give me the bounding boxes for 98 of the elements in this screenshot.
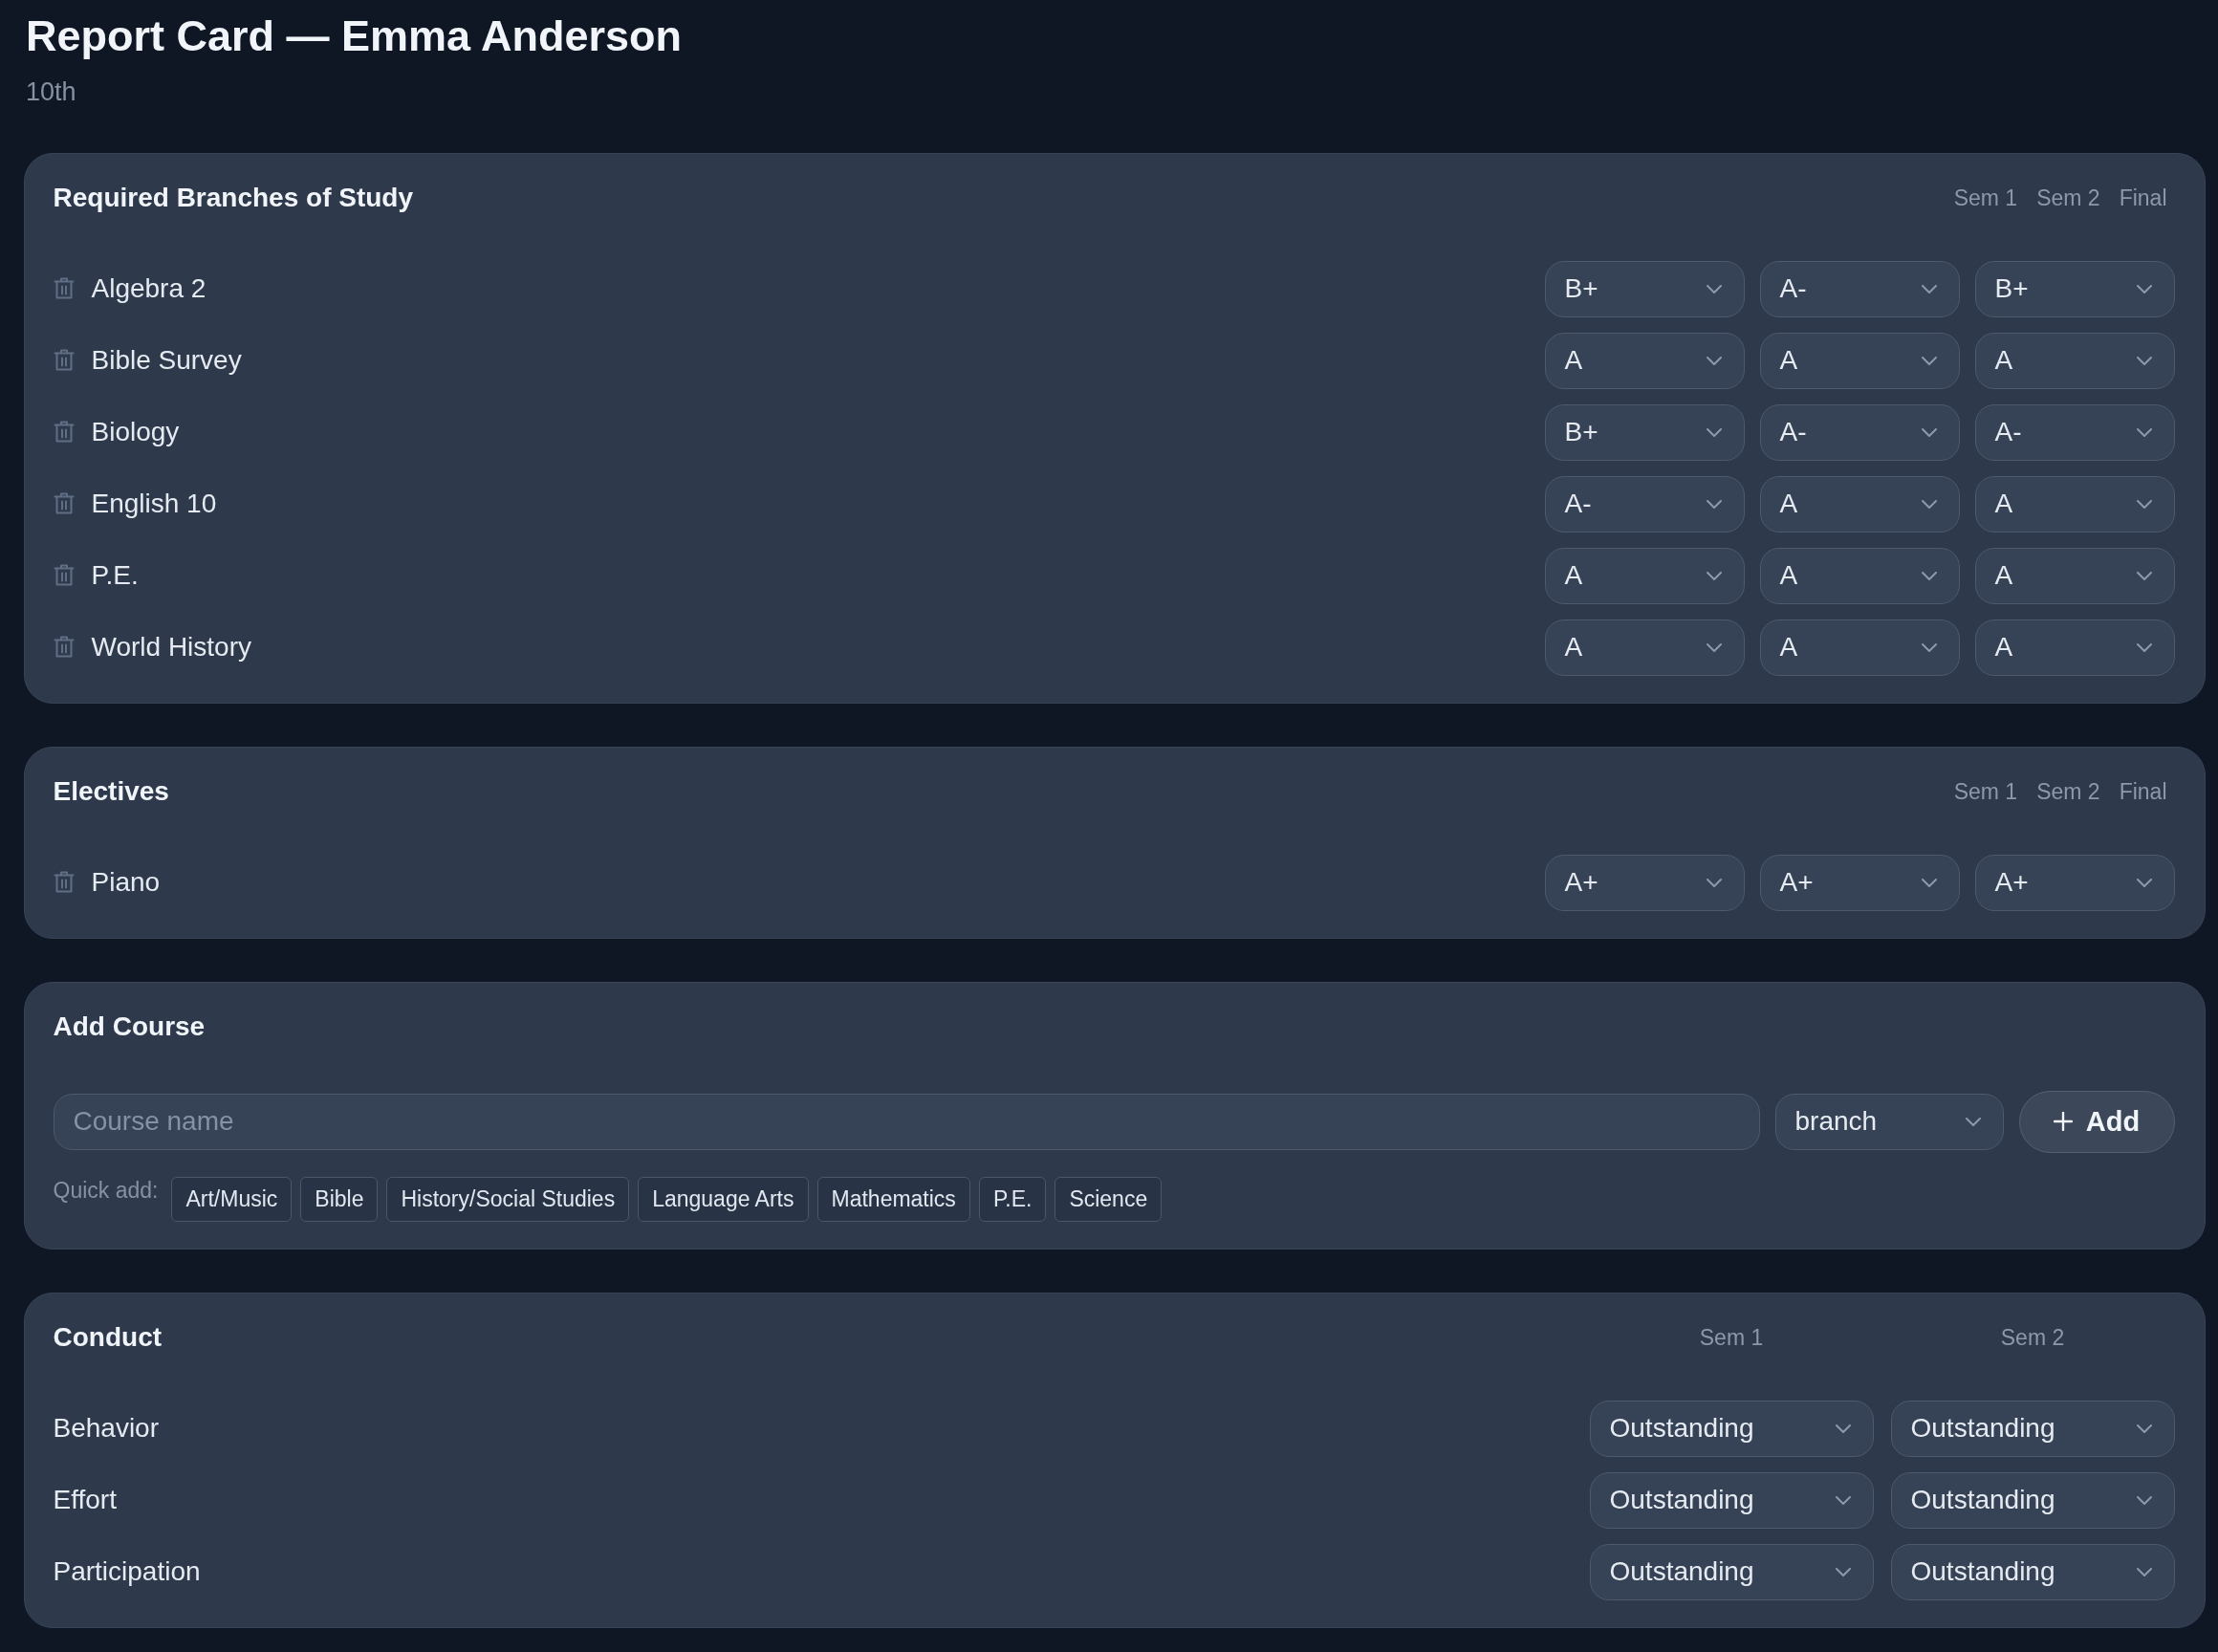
- grade-select[interactable]: A: [1974, 332, 2175, 389]
- chevron-down-icon: [1706, 356, 1722, 365]
- column-header: Sem 1: [1953, 184, 2018, 211]
- column-header: Sem 1: [1953, 777, 2018, 805]
- quick-add-chip[interactable]: Science: [1055, 1176, 1163, 1222]
- add-button[interactable]: Add: [2018, 1090, 2175, 1153]
- conduct-label: Effort: [53, 1484, 117, 1516]
- course-name: Algebra 2: [91, 272, 207, 305]
- trash-icon[interactable]: [53, 421, 75, 444]
- column-header: Sem 2: [2000, 1323, 2065, 1351]
- chevron-down-icon: [1706, 499, 1722, 509]
- rating-select[interactable]: Outstanding: [1890, 1471, 2175, 1529]
- chevron-down-icon: [1706, 427, 1722, 437]
- grade-select[interactable]: A+: [1544, 854, 1745, 911]
- chevron-down-icon: [1965, 1117, 1981, 1126]
- chevron-down-icon: [1706, 878, 1722, 887]
- chevron-down-icon: [2136, 1567, 2152, 1576]
- grade-select[interactable]: A: [1759, 619, 1960, 676]
- quick-add-chip[interactable]: History/Social Studies: [386, 1176, 630, 1222]
- branch-select[interactable]: branch: [1774, 1093, 2004, 1150]
- grade-select[interactable]: A: [1974, 619, 2175, 676]
- chevron-down-icon: [1706, 284, 1722, 293]
- quick-add-chip[interactable]: Mathematics: [816, 1176, 970, 1222]
- chevron-down-icon: [1706, 642, 1722, 652]
- quick-add-chip[interactable]: Art/Music: [171, 1176, 293, 1222]
- chevron-down-icon: [1921, 878, 1937, 887]
- quick-add-chip[interactable]: P.E.: [978, 1176, 1047, 1222]
- column-header: Final: [2119, 184, 2167, 211]
- chevron-down-icon: [2136, 878, 2152, 887]
- grade-select[interactable]: A: [1544, 547, 1745, 604]
- chevron-down-icon: [1921, 499, 1937, 509]
- grade-select[interactable]: A: [1974, 475, 2175, 533]
- course-name: English 10: [91, 488, 217, 520]
- section-title: Required Branches of Study: [53, 181, 414, 214]
- chevron-down-icon: [1921, 427, 1937, 437]
- section-title: Electives: [53, 774, 170, 808]
- conduct-label: Behavior: [53, 1412, 159, 1445]
- rating-select[interactable]: Outstanding: [1890, 1400, 2175, 1457]
- grade-select[interactable]: A: [1759, 332, 1960, 389]
- section-title: Add Course: [53, 1010, 207, 1043]
- trash-icon[interactable]: [53, 492, 75, 515]
- course-name: World History: [91, 631, 251, 663]
- course-name: Piano: [91, 866, 161, 899]
- chevron-down-icon: [2136, 571, 2152, 580]
- grade-select[interactable]: B+: [1544, 260, 1745, 317]
- grade-select[interactable]: A: [1544, 619, 1745, 676]
- course-name-input[interactable]: Course name: [53, 1093, 1760, 1150]
- grade-select[interactable]: A: [1759, 547, 1960, 604]
- rating-select[interactable]: Outstanding: [1890, 1543, 2175, 1600]
- chevron-down-icon: [2136, 1424, 2152, 1433]
- chevron-down-icon: [1921, 356, 1937, 365]
- grade-select[interactable]: A-: [1974, 403, 2175, 461]
- chevron-down-icon: [1835, 1567, 1851, 1576]
- page-title: Report Card — Emma Anderson: [26, 11, 682, 62]
- chevron-down-icon: [1835, 1495, 1851, 1505]
- column-header: Sem 1: [1699, 1323, 1764, 1351]
- quick-add-label: Quick add:: [53, 1176, 159, 1204]
- column-header: Final: [2119, 777, 2167, 805]
- quick-add-chip[interactable]: Bible: [300, 1176, 379, 1222]
- column-header: Sem 2: [2036, 777, 2100, 805]
- chevron-down-icon: [1921, 642, 1937, 652]
- trash-icon[interactable]: [53, 636, 75, 659]
- chevron-down-icon: [1706, 571, 1722, 580]
- course-name: P.E.: [91, 559, 139, 592]
- rating-select[interactable]: Outstanding: [1589, 1400, 1874, 1457]
- course-name: Bible Survey: [91, 344, 242, 377]
- grade-level-label: 10th: [26, 76, 76, 107]
- chevron-down-icon: [2136, 499, 2152, 509]
- chevron-down-icon: [2136, 356, 2152, 365]
- trash-icon[interactable]: [53, 871, 75, 894]
- chevron-down-icon: [2136, 1495, 2152, 1505]
- grade-select[interactable]: A-: [1759, 260, 1960, 317]
- grade-select[interactable]: A: [1974, 547, 2175, 604]
- quick-add-chip[interactable]: Language Arts: [638, 1176, 809, 1222]
- rating-select[interactable]: Outstanding: [1589, 1471, 1874, 1529]
- chevron-down-icon: [2136, 284, 2152, 293]
- conduct-label: Participation: [53, 1555, 201, 1588]
- course-name: Biology: [91, 416, 180, 448]
- grade-select[interactable]: B+: [1544, 403, 1745, 461]
- chevron-down-icon: [1921, 571, 1937, 580]
- grade-select[interactable]: A+: [1759, 854, 1960, 911]
- grade-select[interactable]: A: [1759, 475, 1960, 533]
- plus-icon: [2053, 1112, 2073, 1131]
- chevron-down-icon: [1921, 284, 1937, 293]
- trash-icon[interactable]: [53, 277, 75, 300]
- grade-select[interactable]: A-: [1544, 475, 1745, 533]
- grade-select[interactable]: B+: [1974, 260, 2175, 317]
- trash-icon[interactable]: [53, 349, 75, 372]
- rating-select[interactable]: Outstanding: [1589, 1543, 1874, 1600]
- column-header: Sem 2: [2036, 184, 2100, 211]
- chevron-down-icon: [1835, 1424, 1851, 1433]
- grade-select[interactable]: A+: [1974, 854, 2175, 911]
- grade-select[interactable]: A: [1544, 332, 1745, 389]
- grade-select[interactable]: A-: [1759, 403, 1960, 461]
- section-title: Conduct: [53, 1320, 163, 1354]
- chevron-down-icon: [2136, 642, 2152, 652]
- chevron-down-icon: [2136, 427, 2152, 437]
- trash-icon[interactable]: [53, 564, 75, 587]
